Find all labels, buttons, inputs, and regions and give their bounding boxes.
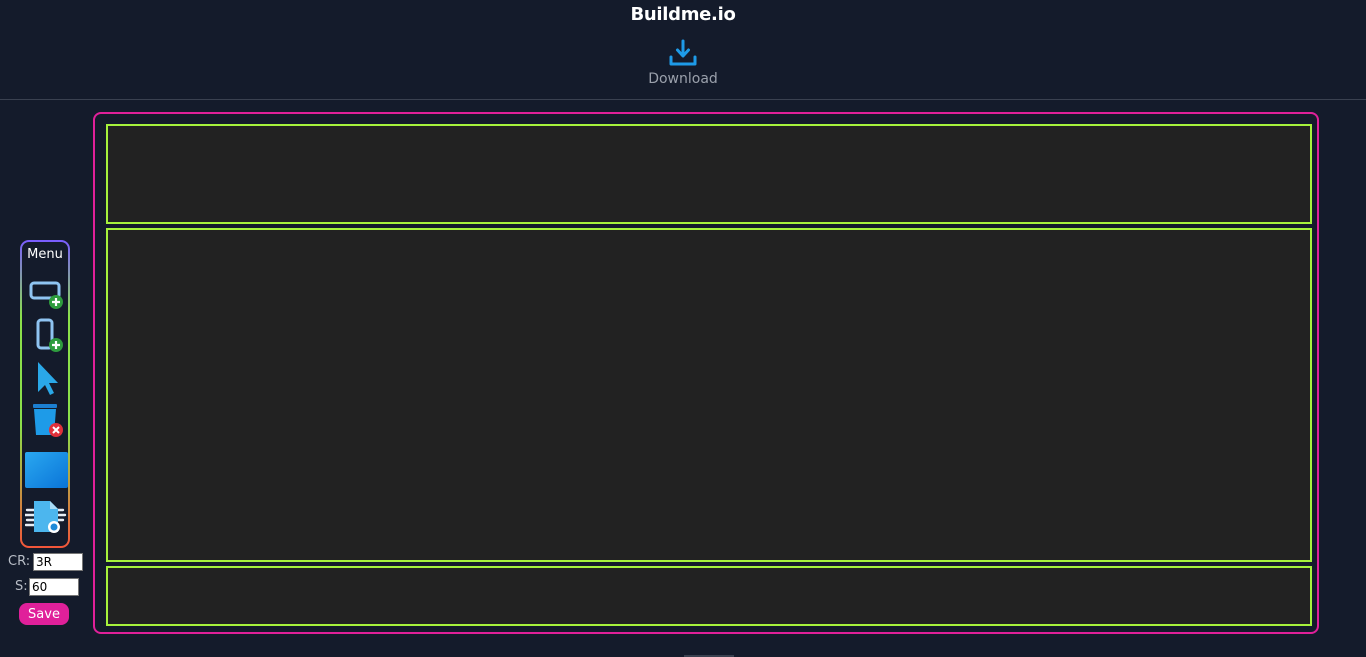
menu-title: Menu [27,247,63,262]
brand-title: Buildme.io [630,4,736,25]
delete-button[interactable] [25,402,65,440]
s-input[interactable] [29,578,79,596]
download-button[interactable]: Download [633,36,733,94]
canvas-section-body[interactable] [106,228,1312,562]
tool-menu: Menu [20,240,70,548]
build-canvas[interactable] [93,112,1319,634]
save-button[interactable]: Save [19,603,69,625]
download-icon [667,38,699,68]
top-bar: Buildme.io Download [0,0,1366,100]
fill-color-button[interactable] [25,450,68,488]
canvas-section-header[interactable] [106,124,1312,224]
select-tool-button[interactable] [25,358,65,396]
canvas-section-footer[interactable] [106,566,1312,626]
add-row-button[interactable] [25,278,65,316]
cr-label: CR: [8,554,31,569]
export-button[interactable] [25,498,67,536]
add-column-button[interactable] [25,316,65,354]
s-label: S: [15,579,28,594]
cr-input[interactable] [33,553,83,571]
download-label: Download [648,71,718,87]
